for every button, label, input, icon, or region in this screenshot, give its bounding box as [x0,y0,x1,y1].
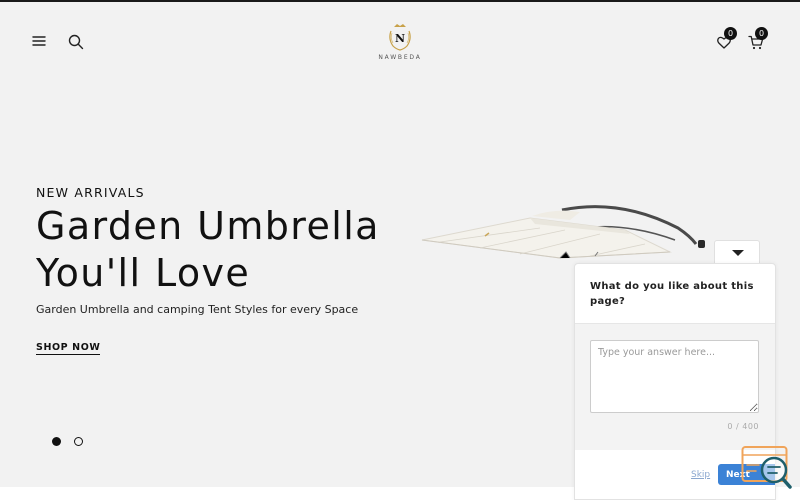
hero-title-line-1: Garden Umbrella [36,204,380,248]
hero-eyebrow: NEW ARRIVALS [36,185,145,200]
cart-count-badge: 0 [755,27,768,40]
slide-dot-2[interactable] [74,437,83,446]
skip-link[interactable]: Skip [691,470,710,480]
shop-now-link[interactable]: SHOP NOW [36,342,101,355]
hero-title: Garden Umbrella You'll Love [36,203,416,297]
crest-icon: N [389,24,411,51]
survey-answer-area: 0 / 400 [575,323,775,450]
character-counter: 0 / 400 [727,422,759,431]
menu-icon[interactable] [30,33,48,49]
survey-answer-input[interactable] [590,340,759,413]
top-border [0,0,800,2]
wishlist-count-badge: 0 [724,27,737,40]
hero-subtitle: Garden Umbrella and camping Tent Styles … [36,303,359,316]
slide-dot-1-active[interactable] [52,437,61,446]
search-icon[interactable] [66,32,86,52]
svg-text:N: N [395,32,405,45]
survey-question: What do you like about this page? [590,281,754,307]
hero-title-line-2: You'll Love [36,251,251,295]
caret-down-icon [732,250,744,256]
survey-launcher-icon[interactable] [741,445,793,491]
brand-logo[interactable]: N NAWBEDA [378,22,422,64]
brand-name: NAWBEDA [378,54,422,61]
